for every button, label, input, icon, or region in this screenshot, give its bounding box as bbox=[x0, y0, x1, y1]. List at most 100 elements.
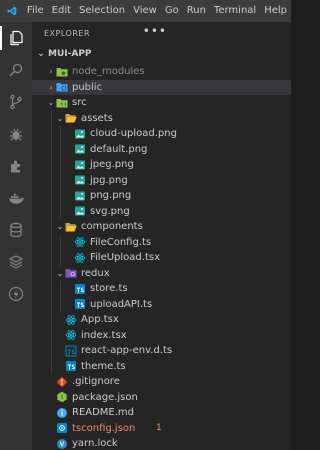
menu-selection[interactable]: Selection bbox=[75, 0, 129, 22]
indent-guide bbox=[51, 203, 52, 219]
typescript-file-icon bbox=[74, 298, 86, 310]
docker-icon[interactable] bbox=[0, 182, 32, 214]
yarn-file-icon bbox=[56, 438, 68, 450]
activity-bar bbox=[0, 22, 32, 450]
menu-file[interactable]: File bbox=[23, 0, 48, 22]
tree-item-label: yarn.lock bbox=[72, 438, 118, 450]
tree-item-label: components bbox=[81, 221, 143, 233]
tree-item-label: src bbox=[72, 97, 87, 109]
git-file-icon bbox=[56, 376, 68, 388]
menu-terminal[interactable]: Terminal bbox=[210, 0, 260, 22]
typescript-file-icon bbox=[74, 283, 86, 295]
indent-guide bbox=[51, 141, 52, 157]
tree-item-label: FileConfig.ts bbox=[90, 236, 152, 248]
tree-item-label: assets bbox=[81, 112, 113, 124]
file-item[interactable]: FileUpload.tsx bbox=[32, 250, 291, 266]
file-item[interactable]: yarn.lock bbox=[32, 436, 291, 450]
indent-guide bbox=[51, 172, 52, 188]
menu-edit[interactable]: Edit bbox=[48, 0, 75, 22]
file-item[interactable]: jpeg.png bbox=[32, 157, 291, 173]
indent-guide bbox=[51, 250, 52, 266]
file-item[interactable]: svg.png bbox=[32, 203, 291, 219]
file-item[interactable]: FileConfig.ts bbox=[32, 234, 291, 250]
folder-item[interactable]: ⌄ redux bbox=[32, 265, 291, 281]
chevron-down-icon: ⌄ bbox=[56, 113, 64, 123]
image-file-icon bbox=[74, 190, 86, 202]
file-item[interactable]: react-app-env.d.ts bbox=[32, 343, 291, 359]
image-file-icon bbox=[74, 128, 86, 140]
image-file-icon bbox=[74, 143, 86, 155]
menu-go[interactable]: Go bbox=[161, 0, 183, 22]
problem-count-badge: 1 bbox=[156, 423, 162, 434]
file-item[interactable]: jpg.png bbox=[32, 172, 291, 188]
indent-guide bbox=[60, 203, 61, 219]
folder-open-icon bbox=[65, 221, 77, 233]
file-item[interactable]: default.png bbox=[32, 141, 291, 157]
tree-item-label: README.md bbox=[72, 407, 135, 419]
project-section-header[interactable]: ⌄ MUI-APP bbox=[32, 44, 291, 64]
indent-guide bbox=[60, 234, 61, 250]
file-item[interactable]: store.ts bbox=[32, 281, 291, 297]
extensions-icon[interactable] bbox=[0, 150, 32, 182]
folder-node-icon bbox=[56, 66, 68, 78]
tree-item-label: jpg.png bbox=[90, 174, 128, 186]
more-actions-icon[interactable]: ••• bbox=[143, 25, 167, 37]
debug-icon[interactable] bbox=[0, 118, 32, 150]
indent-guide bbox=[51, 188, 52, 204]
folder-open-icon bbox=[65, 112, 77, 124]
chevron-down-icon: ⌄ bbox=[56, 268, 64, 278]
search-icon[interactable] bbox=[0, 54, 32, 86]
indent-guide bbox=[60, 250, 61, 266]
menu-help[interactable]: Help bbox=[260, 0, 291, 22]
indent-guide bbox=[60, 141, 61, 157]
explorer-title: EXPLORER bbox=[44, 28, 90, 38]
image-file-icon bbox=[74, 159, 86, 171]
file-item[interactable]: uploadAPI.ts bbox=[32, 296, 291, 312]
react-file-icon bbox=[74, 236, 86, 248]
file-item[interactable]: .gitignore bbox=[32, 374, 291, 390]
menu-view[interactable]: View bbox=[129, 0, 161, 22]
folder-item[interactable]: › node_modules bbox=[32, 64, 291, 80]
chevron-down-icon: ⌄ bbox=[37, 49, 45, 59]
indent-guide bbox=[51, 327, 52, 343]
tree-item-label: react-app-env.d.ts bbox=[81, 345, 173, 357]
file-item[interactable]: index.tsx bbox=[32, 327, 291, 343]
files-icon[interactable] bbox=[0, 22, 32, 54]
react-file-icon bbox=[65, 329, 77, 341]
lightning-icon[interactable] bbox=[0, 278, 32, 310]
tree-item-label: uploadAPI.ts bbox=[90, 298, 153, 310]
chevron-down-icon: ⌄ bbox=[56, 222, 64, 232]
indent-guide bbox=[51, 157, 52, 173]
explorer-header: EXPLORER ••• bbox=[32, 22, 291, 44]
indent-guide bbox=[51, 110, 52, 126]
source-control-icon[interactable] bbox=[0, 86, 32, 118]
database-icon[interactable] bbox=[0, 214, 32, 246]
tree-item-label: store.ts bbox=[90, 283, 128, 295]
file-item[interactable]: cloud-upload.png bbox=[32, 126, 291, 142]
file-item[interactable]: theme.ts bbox=[32, 358, 291, 374]
tree-item-label: node_modules bbox=[72, 66, 145, 78]
file-item[interactable]: png.png bbox=[32, 188, 291, 204]
tree-item-label: svg.png bbox=[90, 205, 130, 217]
indent-guide bbox=[60, 281, 61, 297]
file-item[interactable]: App.tsx bbox=[32, 312, 291, 328]
chevron-right-icon: › bbox=[49, 67, 53, 77]
folder-item[interactable]: ⌄ assets bbox=[32, 110, 291, 126]
menu-run[interactable]: Run bbox=[183, 0, 210, 22]
stack-icon[interactable] bbox=[0, 246, 32, 278]
indent-guide bbox=[51, 234, 52, 250]
indent-guide bbox=[51, 312, 52, 328]
file-item[interactable]: tsconfig.json 1 bbox=[32, 421, 291, 437]
indent-guide bbox=[60, 188, 61, 204]
folder-public-icon bbox=[56, 81, 68, 93]
indent-guide bbox=[51, 265, 52, 281]
folder-item[interactable]: ⌄ src bbox=[32, 95, 291, 111]
file-item[interactable]: README.md bbox=[32, 405, 291, 421]
file-item[interactable]: package.json bbox=[32, 390, 291, 406]
folder-item[interactable]: › public bbox=[32, 79, 291, 95]
image-file-icon bbox=[74, 205, 86, 217]
tree-item-label: redux bbox=[81, 267, 110, 279]
indent-guide bbox=[51, 343, 52, 359]
react-file-icon bbox=[74, 252, 86, 264]
folder-item[interactable]: ⌄ components bbox=[32, 219, 291, 235]
